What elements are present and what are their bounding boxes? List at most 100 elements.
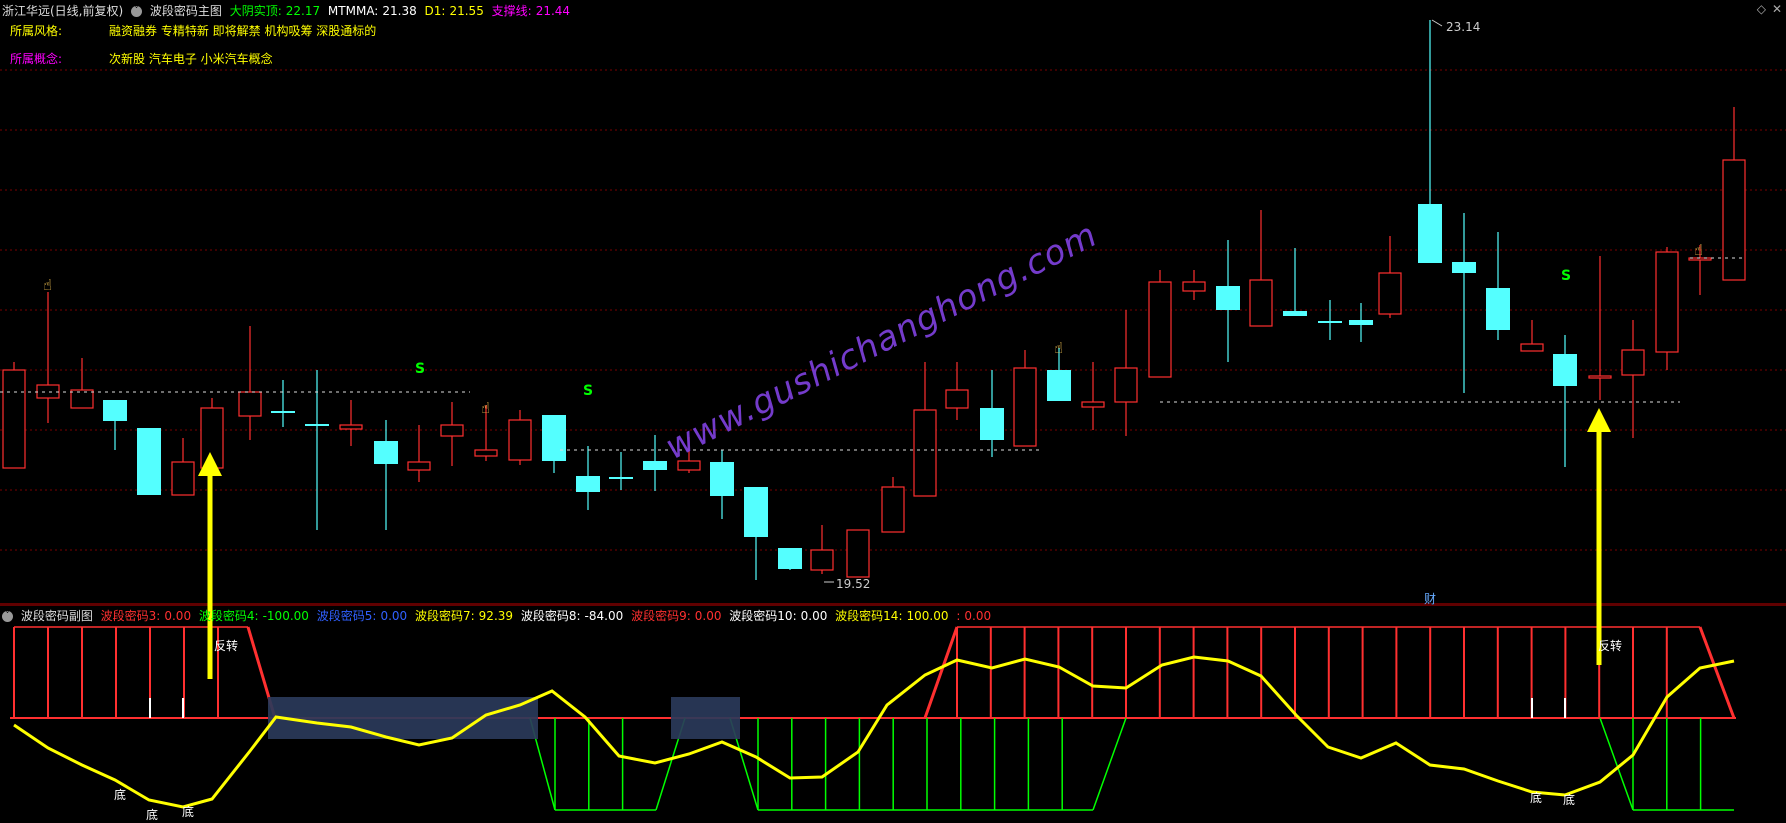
high-price-label: 23.14 (1446, 20, 1481, 34)
sub-val-2-label: 波段密码5: (316, 609, 377, 623)
candle-body-up (945, 389, 969, 409)
candle-body-up (1655, 251, 1679, 353)
candle-body-up (2, 369, 26, 469)
candle-body-up (1588, 375, 1612, 379)
legend-val-0-label: 大阴实顶: (229, 4, 282, 18)
style-value: 融资融券 专精特新 即将解禁 机构吸筹 深股通标的 (109, 24, 377, 38)
candle-body-up (913, 409, 937, 497)
sub-val-8-label: : (956, 609, 961, 623)
main-indicator-name[interactable]: 波段密码主图 (150, 4, 222, 18)
candle-body-down (1283, 311, 1307, 316)
sub-val-8: 0.00 (964, 609, 992, 623)
candle-body-up (171, 461, 195, 496)
sub-val-5-label: 波段密码9: (631, 609, 691, 623)
sub-val-5: 0.00 (694, 609, 722, 623)
s-mark: S (415, 361, 426, 377)
sub-val-7-label: 波段密码14: (835, 609, 903, 623)
candle-body-down (576, 476, 600, 492)
bottom-label: 底 (114, 788, 127, 802)
oscillator-chart[interactable] (0, 605, 1786, 823)
candle-body-down (744, 487, 768, 537)
candle-body-down (1553, 354, 1577, 386)
candle-body-down (103, 400, 127, 421)
hand-pointer-icon: ☝ (43, 276, 53, 294)
concept-label: 所属概念: (10, 52, 63, 66)
legend-val-1: 21.38 (382, 4, 417, 18)
candle-body-up (1081, 401, 1105, 408)
candle-body-down (980, 408, 1004, 440)
candle-body-up (440, 424, 464, 437)
arrow-head (1587, 408, 1611, 432)
candle-body-down (1349, 320, 1373, 325)
stock-name[interactable]: 浙江华远(日线,前复权) (2, 4, 123, 18)
bottom-label: 底 (1530, 791, 1543, 805)
candle-body-down (374, 441, 398, 464)
candle-body-down (1452, 262, 1476, 273)
candle-body-down (1216, 286, 1240, 310)
green-slope (1599, 717, 1634, 811)
candle-body-up (474, 449, 498, 457)
sub-val-6: 0.00 (800, 609, 828, 623)
candle-body-up (810, 549, 834, 571)
main-chart-pane[interactable]: 浙江华远(日线,前复权) ˅ 波段密码主图 大阴实顶: 22.17 MTMMA: 2… (0, 0, 1786, 606)
bottom-label: 底 (1563, 793, 1576, 807)
sub-indicator-name[interactable]: 波段密码副图 (21, 609, 93, 623)
reverse-label: 反转 (1598, 639, 1623, 653)
low-price-label: 19.52 (836, 577, 871, 591)
candle-body-up (1114, 367, 1138, 403)
candle-body-up (1520, 343, 1544, 352)
sub-val-0: 0.00 (164, 609, 192, 623)
candle-body-up (238, 391, 262, 417)
chevron-down-icon[interactable]: ˅ (131, 6, 143, 17)
candle-body-up (508, 419, 532, 461)
legend-val-2-label: D1: (424, 4, 446, 18)
candlestick-chart[interactable] (0, 0, 1786, 605)
candle-body-up (36, 384, 60, 399)
candle-body-down (1418, 204, 1442, 263)
sub-val-3: 92.39 (478, 609, 514, 623)
blue-panel (268, 697, 538, 739)
legend-val-0: 22.17 (285, 4, 321, 18)
candle-body-up (1182, 281, 1206, 292)
style-label: 所属风格: (10, 24, 63, 38)
candle-body-up (1013, 367, 1037, 447)
sub-val-0-label: 波段密码3: (100, 609, 161, 623)
candle-body-down (643, 461, 667, 470)
candle-body-up (1249, 279, 1273, 327)
candle-body-down (1486, 288, 1510, 330)
candle-body-up (70, 389, 94, 409)
diamond-icon[interactable]: ◇ (1757, 2, 1766, 16)
sub-val-3-label: 波段密码7: (414, 609, 475, 623)
candle-body-up (1148, 281, 1172, 378)
chevron-down-icon[interactable]: ˅ (2, 611, 13, 622)
red-slope (1698, 626, 1736, 719)
price-pointer (1431, 19, 1443, 27)
close-icon[interactable]: ✕ (1772, 2, 1782, 16)
candle-body-down (778, 548, 802, 569)
legend-val-2: 21.55 (449, 4, 484, 18)
hand-pointer-icon: ☝ (1054, 339, 1064, 357)
candle-body-up (339, 424, 363, 430)
sub-legend: ˅ 波段密码副图 波段密码3: 0.00 波段密码4: -100.00 波段密码5:… (2, 607, 995, 624)
legend-val-1-label: MTMMA: (327, 4, 379, 18)
sub-val-4: -84.00 (584, 609, 624, 623)
candle-body-down (609, 477, 633, 479)
candle-body-up (1722, 159, 1746, 281)
sub-val-4-label: 波段密码8: (520, 609, 581, 623)
candle-body-down (137, 428, 161, 495)
sub-val-6-label: 波段密码10: (729, 609, 797, 623)
legend-val-3-label: 支撑线: (491, 4, 532, 18)
reverse-label: 反转 (214, 639, 239, 653)
hand-pointer-icon: ☝ (1694, 241, 1704, 259)
s-mark: S (583, 383, 594, 399)
blue-panel (671, 697, 740, 739)
sub-val-1-label: 波段密码4: (198, 609, 259, 623)
sub-chart-pane[interactable]: ˅ 波段密码副图 波段密码3: 0.00 波段密码4: -100.00 波段密码5:… (0, 605, 1786, 823)
candle-body-up (1378, 272, 1402, 315)
candle-body-up (881, 486, 905, 533)
candle-body-down (542, 415, 566, 461)
sub-val-7: 100.00 (906, 609, 949, 623)
legend-val-3: 21.44 (535, 4, 571, 18)
candle-body-down (271, 411, 295, 413)
candle-body-up (407, 461, 431, 471)
